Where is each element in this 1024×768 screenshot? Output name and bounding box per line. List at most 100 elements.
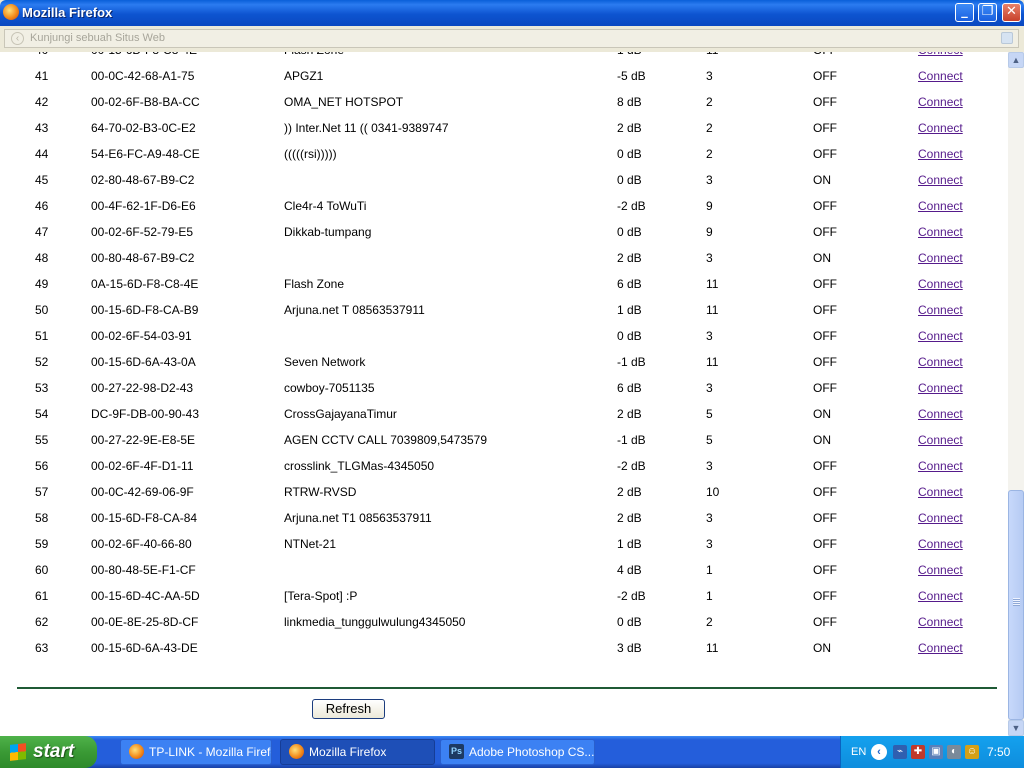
- encryption-status-cell: OFF: [813, 147, 837, 161]
- table-row: 58 00-15-6D-F8-CA-84 Arjuna.net T1 0856353…: [0, 505, 963, 531]
- table-row: 52 00-15-6D-6A-43-0A Seven Network -1 dB 11 O…: [0, 349, 963, 375]
- connect-link-cell: Connect: [918, 89, 963, 115]
- connect-link[interactable]: Connect: [918, 615, 963, 629]
- signal-strength-cell: 4 dB: [617, 563, 642, 577]
- task-photoshop[interactable]: Ps Adobe Photoshop CS...: [440, 739, 595, 765]
- signal-strength-cell: 2 dB: [617, 121, 642, 135]
- ssid-cell: CrossGajayanaTimur: [284, 407, 397, 421]
- mac-address-cell: 00-15-6D-F8-CA-B9: [91, 303, 199, 317]
- connect-link-cell: Connect: [918, 219, 963, 245]
- connect-link[interactable]: Connect: [918, 69, 963, 83]
- table-row: 57 00-0C-42-69-06-9F RTRW-RVSD 2 dB 10 OFF Con…: [0, 479, 963, 505]
- connect-link[interactable]: Connect: [918, 303, 963, 317]
- encryption-status-cell: OFF: [813, 485, 837, 499]
- connect-link[interactable]: Connect: [918, 511, 963, 525]
- address-bar: ‹ Kunjungi sebuah Situs Web: [0, 26, 1024, 52]
- table-row: 43 64-70-02-B3-0C-E2)) Inter.Net 11 (( 03…: [0, 115, 963, 141]
- encryption-status-cell: OFF: [813, 303, 837, 317]
- connect-link[interactable]: Connect: [918, 147, 963, 161]
- monitor-icon[interactable]: ▣: [929, 745, 943, 759]
- connect-link[interactable]: Connect: [918, 563, 963, 577]
- connect-link[interactable]: Connect: [918, 355, 963, 369]
- volume-icon[interactable]: ◐: [947, 745, 961, 759]
- row-number-cell: 49: [35, 277, 49, 291]
- mac-address-cell: 00-15-6D-6A-43-0A: [91, 355, 196, 369]
- ssid-cell: (((((rsi))))): [284, 147, 337, 161]
- channel-cell: 3: [706, 511, 713, 525]
- show-hidden-icons-icon[interactable]: ‹: [871, 744, 887, 760]
- row-number-cell: 59: [35, 537, 49, 551]
- ssid-cell: Flash Zone: [284, 277, 345, 291]
- row-number-cell: 51: [35, 329, 49, 343]
- clock: 7:50: [987, 745, 1011, 759]
- bookmark-icon[interactable]: [1001, 32, 1013, 44]
- start-button[interactable]: start: [0, 736, 97, 768]
- channel-cell: 3: [706, 537, 713, 551]
- connect-link[interactable]: Connect: [918, 173, 963, 187]
- connect-link[interactable]: Connect: [918, 537, 963, 551]
- refresh-button[interactable]: Refresh: [312, 699, 385, 719]
- row-number-cell: 60: [35, 563, 49, 577]
- connect-link[interactable]: Connect: [918, 329, 963, 343]
- network-icon[interactable]: ⌁: [893, 745, 907, 759]
- row-number-cell: 52: [35, 355, 49, 369]
- table-row: 55 00-27-22-9E-E8-5E AGEN CCTV CALL 703980…: [0, 427, 963, 453]
- connect-link-cell: Connect: [918, 427, 963, 453]
- encryption-status-cell: OFF: [813, 381, 837, 395]
- connect-link-cell: Connect: [918, 245, 963, 271]
- ssid-cell: Arjuna.net T1 08563537911: [284, 511, 432, 525]
- connect-link[interactable]: Connect: [918, 225, 963, 239]
- connect-link[interactable]: Connect: [918, 641, 963, 655]
- channel-cell: 1: [706, 589, 713, 603]
- ssid-cell: linkmedia_tunggulwulung4345050: [284, 615, 466, 629]
- connect-link-cell: Connect: [918, 115, 963, 141]
- connect-link[interactable]: Connect: [918, 485, 963, 499]
- table-row: 4000-15-6D-F8-C8-4EFlash Zone1 dB11OFFCo…: [0, 52, 963, 63]
- encryption-status-cell: OFF: [813, 225, 837, 239]
- signal-strength-cell: 1 dB: [617, 303, 642, 317]
- connect-link[interactable]: Connect: [918, 589, 963, 603]
- table-row: 62 00-0E-8E-25-8D-CF linkmedia_tunggulwulu…: [0, 609, 963, 635]
- language-indicator[interactable]: EN: [851, 746, 866, 758]
- maximize-button[interactable]: ❐: [978, 3, 997, 22]
- signal-strength-cell: 8 dB: [617, 95, 642, 109]
- scroll-thumb[interactable]: [1008, 490, 1024, 720]
- channel-cell: 2: [706, 147, 713, 161]
- messenger-icon[interactable]: ☺: [965, 745, 979, 759]
- connect-link[interactable]: Connect: [918, 121, 963, 135]
- mac-address-cell: 00-0C-42-69-06-9F: [91, 485, 194, 499]
- connect-link[interactable]: Connect: [918, 199, 963, 213]
- connect-link-cell: Connect: [918, 531, 963, 557]
- row-number-cell: 61: [35, 589, 49, 603]
- mac-address-cell: 00-80-48-67-B9-C2: [91, 251, 195, 265]
- task-tplink-firefox[interactable]: TP-LINK - Mozilla Firefox: [120, 739, 272, 765]
- connect-link[interactable]: Connect: [918, 407, 963, 421]
- task-label: TP-LINK - Mozilla Firefox: [149, 745, 272, 759]
- connect-link[interactable]: Connect: [918, 52, 963, 57]
- connect-link[interactable]: Connect: [918, 277, 963, 291]
- start-label: start: [33, 741, 75, 762]
- connect-link[interactable]: Connect: [918, 381, 963, 395]
- channel-cell: 1: [706, 563, 713, 577]
- mac-address-cell: 64-70-02-B3-0C-E2: [91, 121, 196, 135]
- scroll-up-icon[interactable]: ▲: [1008, 52, 1024, 68]
- minimize-button[interactable]: _: [955, 3, 974, 22]
- window-title: Mozilla Firefox: [22, 5, 113, 20]
- task-firefox[interactable]: Mozilla Firefox: [280, 739, 435, 765]
- connect-link[interactable]: Connect: [918, 251, 963, 265]
- encryption-status-cell: ON: [813, 251, 831, 265]
- connect-link[interactable]: Connect: [918, 433, 963, 447]
- table-row: 49 0A-15-6D-F8-C8-4E Flash Zone 6 dB 11 OFF Co…: [0, 271, 963, 297]
- url-input[interactable]: ‹ Kunjungi sebuah Situs Web: [4, 29, 1019, 48]
- vertical-scrollbar[interactable]: ▲ ▼: [1008, 52, 1024, 736]
- signal-strength-cell: 2 dB: [617, 407, 642, 421]
- connect-link[interactable]: Connect: [918, 95, 963, 109]
- signal-strength-cell: 0 dB: [617, 173, 642, 187]
- photoshop-icon: Ps: [449, 744, 464, 759]
- table-row: 46 00-4F-62-1F-D6-E6 Cle4r-4 ToWuTi -2 dB 9 O…: [0, 193, 963, 219]
- signal-strength-cell: 3 dB: [617, 641, 642, 655]
- scroll-down-icon[interactable]: ▼: [1008, 720, 1024, 736]
- connect-link[interactable]: Connect: [918, 459, 963, 473]
- close-button[interactable]: ✕: [1002, 3, 1021, 22]
- shield-icon[interactable]: ✚: [911, 745, 925, 759]
